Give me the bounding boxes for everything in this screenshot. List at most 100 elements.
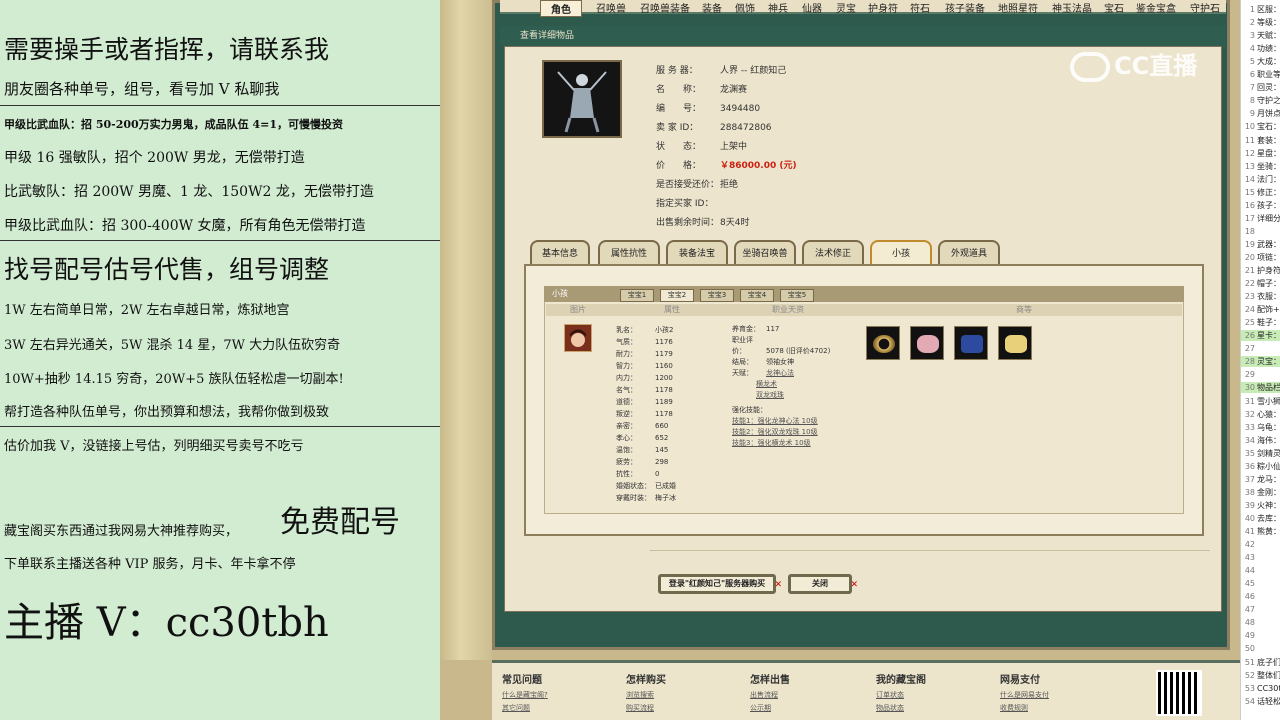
bracelet-icon[interactable]: [866, 326, 900, 360]
career-row: 职业评价： 5078 (旧评价4702): [732, 336, 831, 355]
tab-mounts[interactable]: 坐骑召唤兽: [734, 240, 796, 266]
gold-ingot-icon[interactable]: [998, 326, 1032, 360]
line-number: 10: [1244, 122, 1255, 132]
overlay-line: 估价加我 V，没链接上号估，列明细买号卖号不吃亏: [4, 439, 304, 454]
footer-link[interactable]: 订单状态: [876, 690, 926, 700]
tab-attributes[interactable]: 属性抗性: [598, 240, 660, 266]
field-price: 价 格： ￥86000.00 (元): [656, 161, 797, 171]
line-text: 坐骑：: [1257, 161, 1280, 171]
nav-tab[interactable]: 神玉法晶: [1052, 0, 1092, 15]
sidebar-line: 22 帽子：: [1241, 278, 1280, 289]
stat-row: 耐力： 1179: [616, 350, 673, 358]
footer-link[interactable]: 出售流程: [750, 690, 790, 700]
blue-gem-icon[interactable]: [954, 326, 988, 360]
sidebar-line: 43: [1241, 552, 1280, 563]
line-text: 灵宝：: [1257, 357, 1280, 367]
line-number: 54: [1244, 696, 1255, 706]
nav-tab[interactable]: 召唤兽: [596, 0, 626, 15]
nav-tab[interactable]: 佩饰: [735, 0, 755, 15]
footer-link[interactable]: 浏览搜索: [626, 690, 666, 700]
line-number: 34: [1244, 435, 1255, 445]
skill-link[interactable]: 技能2：强化双龙戏珠 10级: [732, 427, 830, 438]
footer-link[interactable]: 购买流程: [626, 703, 666, 713]
footer-link[interactable]: 其它问题: [502, 703, 548, 713]
sidebar-line: 48: [1241, 617, 1280, 628]
sidebar-line: 44: [1241, 565, 1280, 576]
sidebar-line: 3 天赋：: [1241, 30, 1280, 41]
sidebar-line: 54 话轻松: [1241, 696, 1280, 707]
footer-link[interactable]: 公示期: [750, 703, 790, 713]
line-text: 鞋子：: [1257, 318, 1280, 328]
nav-tab[interactable]: 地照星符: [998, 0, 1038, 15]
sidebar-line: 33 乌龟：: [1241, 422, 1280, 433]
nav-tab-role[interactable]: 角色: [540, 0, 582, 17]
tab-spell-correction[interactable]: 法术修正: [802, 240, 864, 266]
close-button[interactable]: 关闭 ✕: [788, 574, 858, 594]
nav-tab[interactable]: 符石: [910, 0, 930, 15]
line-number: 27: [1244, 344, 1255, 354]
nav-tab[interactable]: 神兵: [768, 0, 788, 15]
nav-tab[interactable]: 鉴金宝盒: [1136, 0, 1176, 15]
line-text: 详细分: [1257, 213, 1280, 223]
login-buy-button[interactable]: 登录"红颜知己"服务器购买 ✕: [658, 574, 782, 594]
nav-tab[interactable]: 守护石: [1190, 0, 1220, 15]
line-text: 回灵：: [1257, 83, 1280, 93]
talent-link[interactable]: 横龙术: [732, 379, 830, 390]
subtab-baby-5[interactable]: 宝宝5: [780, 289, 814, 302]
sidebar-line: 38 金刚：: [1241, 487, 1280, 498]
nav-tab[interactable]: 孩子装备: [945, 0, 985, 15]
footer-link[interactable]: 什么是藏宝阁?: [502, 690, 548, 700]
career-row: 天赋： 龙神心法: [732, 369, 794, 377]
sidebar-line: 5 大成：: [1241, 56, 1280, 67]
subtab-baby-1[interactable]: 宝宝1: [620, 289, 654, 302]
line-number: 21: [1244, 266, 1255, 275]
skill-link[interactable]: 技能3：强化横龙术 10级: [732, 438, 830, 449]
nav-tab[interactable]: 仙器: [802, 0, 822, 15]
line-text: 职业等: [1257, 70, 1280, 80]
sidebar-line: 17 详细分: [1241, 213, 1280, 224]
subtab-baby-3[interactable]: 宝宝3: [700, 289, 734, 302]
talent-link[interactable]: 双龙戏珠: [732, 390, 830, 401]
sidebar-line: 14 法门：: [1241, 174, 1280, 185]
nav-tab[interactable]: 灵宝: [836, 0, 856, 15]
tab-equipment[interactable]: 装备法宝: [666, 240, 728, 266]
pouch-icon[interactable]: [910, 326, 944, 360]
subtab-baby-4[interactable]: 宝宝4: [740, 289, 774, 302]
child-table-header: 图片 属性 职业天资 商等: [546, 304, 1182, 316]
overlay-line: 需要操手或者指挥，请联系我: [4, 35, 330, 64]
footer-link[interactable]: 什么是网易支付: [1000, 690, 1049, 700]
line-text: 孩子：: [1257, 200, 1280, 210]
sidebar-line: 36 粽小仙: [1241, 461, 1280, 472]
line-number: 43: [1244, 553, 1255, 563]
line-number: 12: [1244, 148, 1255, 158]
footer-link[interactable]: 收费规则: [1000, 703, 1049, 713]
stream-watermark: CC直播: [1070, 46, 1240, 94]
line-number: 9: [1249, 109, 1255, 119]
nav-tab[interactable]: 召唤兽装备: [640, 0, 690, 15]
sidebar-line: 31 雪小狮: [1241, 396, 1280, 407]
talent-link[interactable]: 龙神心法: [766, 369, 794, 377]
nav-tab[interactable]: 装备: [702, 0, 722, 15]
line-text: 物品栏: [1257, 383, 1280, 393]
line-text: 配饰+: [1257, 305, 1280, 315]
sidebar-line: 7 回灵：: [1241, 82, 1280, 93]
nav-tab[interactable]: 护身符: [868, 0, 898, 15]
tab-appearance[interactable]: 外观道具: [938, 240, 1000, 266]
line-number: 28: [1244, 357, 1255, 367]
sidebar-line: 15 修正：: [1241, 187, 1280, 198]
subtab-baby-2[interactable]: 宝宝2: [660, 289, 694, 302]
nav-tab[interactable]: 宝石: [1104, 0, 1124, 15]
sidebar-line: 51 底子们: [1241, 657, 1280, 668]
line-text: 护身符: [1257, 266, 1280, 275]
tab-child[interactable]: 小孩: [870, 240, 932, 266]
skill-link[interactable]: 技能1：强化龙神心法 10级: [732, 416, 830, 427]
sidebar-line: 47: [1241, 604, 1280, 615]
line-number: 24: [1244, 305, 1255, 315]
line-number: 5: [1249, 57, 1255, 67]
overlay-divider: [0, 240, 440, 241]
tab-basic-info[interactable]: 基本信息: [530, 240, 590, 266]
column-header: 职业天资: [772, 305, 804, 314]
line-number: 20: [1244, 252, 1255, 262]
sidebar-line: 52 整体们: [1241, 670, 1280, 681]
footer-link[interactable]: 物品状态: [876, 703, 926, 713]
